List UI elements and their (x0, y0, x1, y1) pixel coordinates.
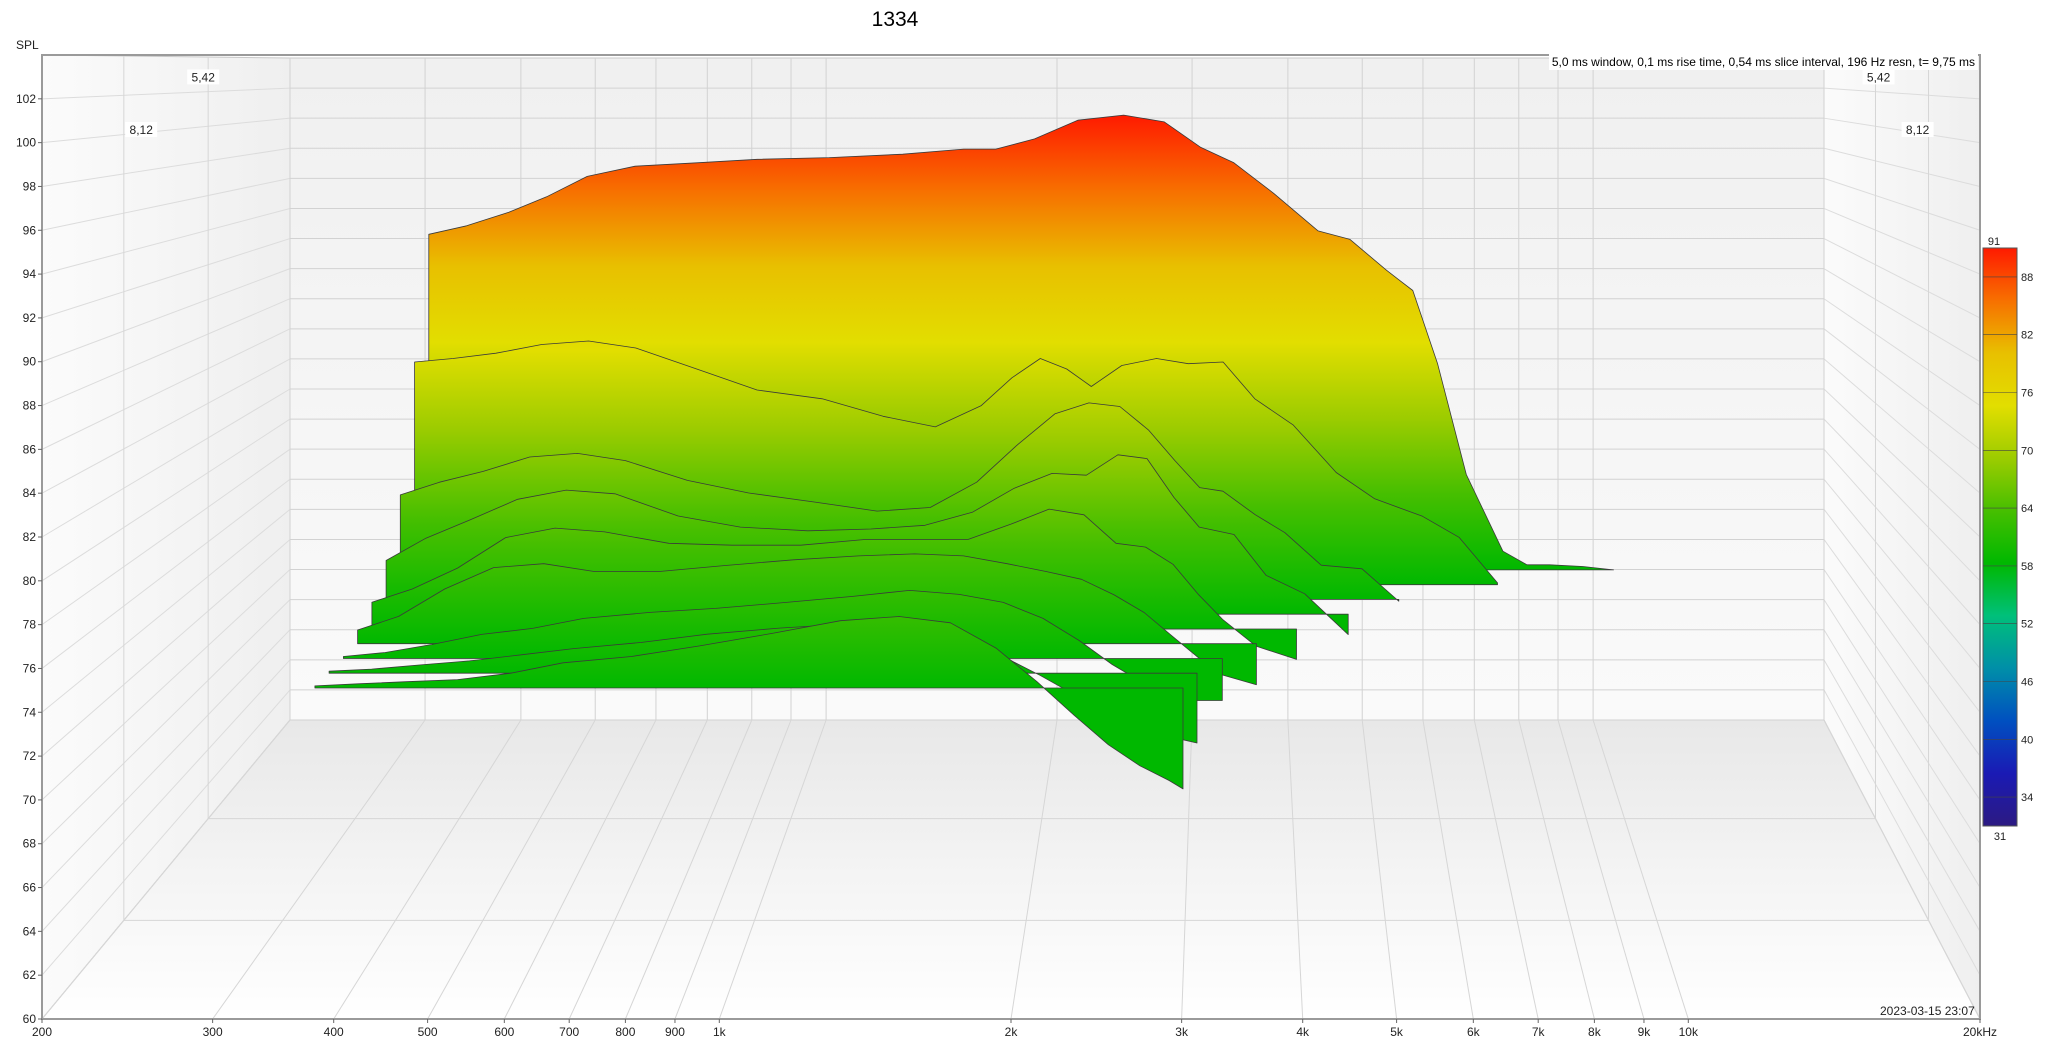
colorbar-tick-label: 46 (2021, 677, 2033, 689)
x-tick-label: 9k (1638, 1025, 1652, 1039)
y-tick-label: 90 (23, 355, 37, 369)
y-tick-label: 84 (23, 486, 37, 500)
x-tick-label: 300 (203, 1025, 223, 1039)
y-tick-label: 76 (23, 661, 37, 675)
floor (40, 719, 1981, 1020)
x-tick-label: 700 (559, 1025, 579, 1039)
x-tick-label: 1k (713, 1025, 727, 1039)
x-tick-label: 7k (1532, 1025, 1546, 1039)
colorbar: 91 31 88 82 76 70 64 58 52 46 40 34 (1982, 236, 2033, 843)
colorbar-tick-label: 64 (2021, 503, 2033, 515)
analysis-info: 5,0 ms window, 0,1 ms rise time, 0,54 ms… (1548, 54, 1978, 70)
x-tick-label: 8k (1588, 1025, 1602, 1039)
x-tick-label: 5k (1390, 1025, 1404, 1039)
y-tick-label: 82 (23, 530, 37, 544)
time-label-left: 8,12 (130, 123, 154, 137)
colorbar-tick-label: 34 (2021, 792, 2033, 804)
x-tick-label: 200 (32, 1025, 52, 1039)
colorbar-tick-label: 52 (2021, 619, 2033, 631)
y-tick-label: 96 (23, 223, 37, 237)
y-tick-label: 62 (23, 968, 37, 982)
colorbar-min: 31 (1994, 831, 2006, 843)
time-label-left: 5,42 (192, 70, 216, 84)
time-label-right: 5,42 (1867, 70, 1891, 84)
y-tick-label: 86 (23, 442, 37, 456)
x-tick-label: 4k (1296, 1025, 1310, 1039)
y-tick-label: 68 (23, 837, 37, 851)
time-label-right: 8,12 (1906, 123, 1930, 137)
colorbar-max: 91 (1988, 236, 2000, 248)
waterfall-chart: 60 62 64 66 68 70 72 74 76 78 80 82 84 86 88 90 92 94 96 98… (16, 54, 2033, 1039)
colorbar-tick-label: 40 (2021, 734, 2033, 746)
y-tick-label: 80 (23, 574, 37, 588)
x-tick-label: 10k (1679, 1025, 1699, 1039)
y-tick-label: 92 (23, 311, 37, 325)
colorbar-tick-label: 88 (2021, 272, 2033, 284)
x-tick-label: 6k (1467, 1025, 1481, 1039)
colorbar-tick-label: 58 (2021, 561, 2033, 573)
x-tick-label: 2k (1005, 1025, 1019, 1039)
y-tick-label: 60 (23, 1012, 37, 1026)
y-tick-label: 64 (23, 924, 37, 938)
colorbar-tick-label: 70 (2021, 445, 2033, 457)
y-tick-label: 100 (16, 136, 36, 150)
y-tick-label: 88 (23, 399, 37, 413)
colorbar-tick-label: 82 (2021, 330, 2033, 342)
timestamp: 2023-03-15 23:07 (1880, 1004, 1975, 1018)
y-tick-label: 94 (23, 267, 37, 281)
y-tick-label: 66 (23, 881, 37, 895)
y-tick-label: 98 (23, 179, 37, 193)
colorbar-tick-label: 76 (2021, 388, 2033, 400)
x-tick-label: 900 (665, 1025, 685, 1039)
y-tick-label: 78 (23, 618, 37, 632)
x-tick-label: 600 (494, 1025, 514, 1039)
y-tick-label: 102 (16, 92, 36, 106)
x-tick-label: 3k (1175, 1025, 1189, 1039)
x-tick-label: 800 (615, 1025, 635, 1039)
x-tick-label: 500 (418, 1025, 438, 1039)
y-tick-label: 74 (23, 705, 37, 719)
y-tick-label: 72 (23, 749, 37, 763)
y-tick-label: 70 (23, 793, 37, 807)
x-tick-label: 20kHz (1963, 1025, 1997, 1039)
x-tick-label: 400 (324, 1025, 344, 1039)
